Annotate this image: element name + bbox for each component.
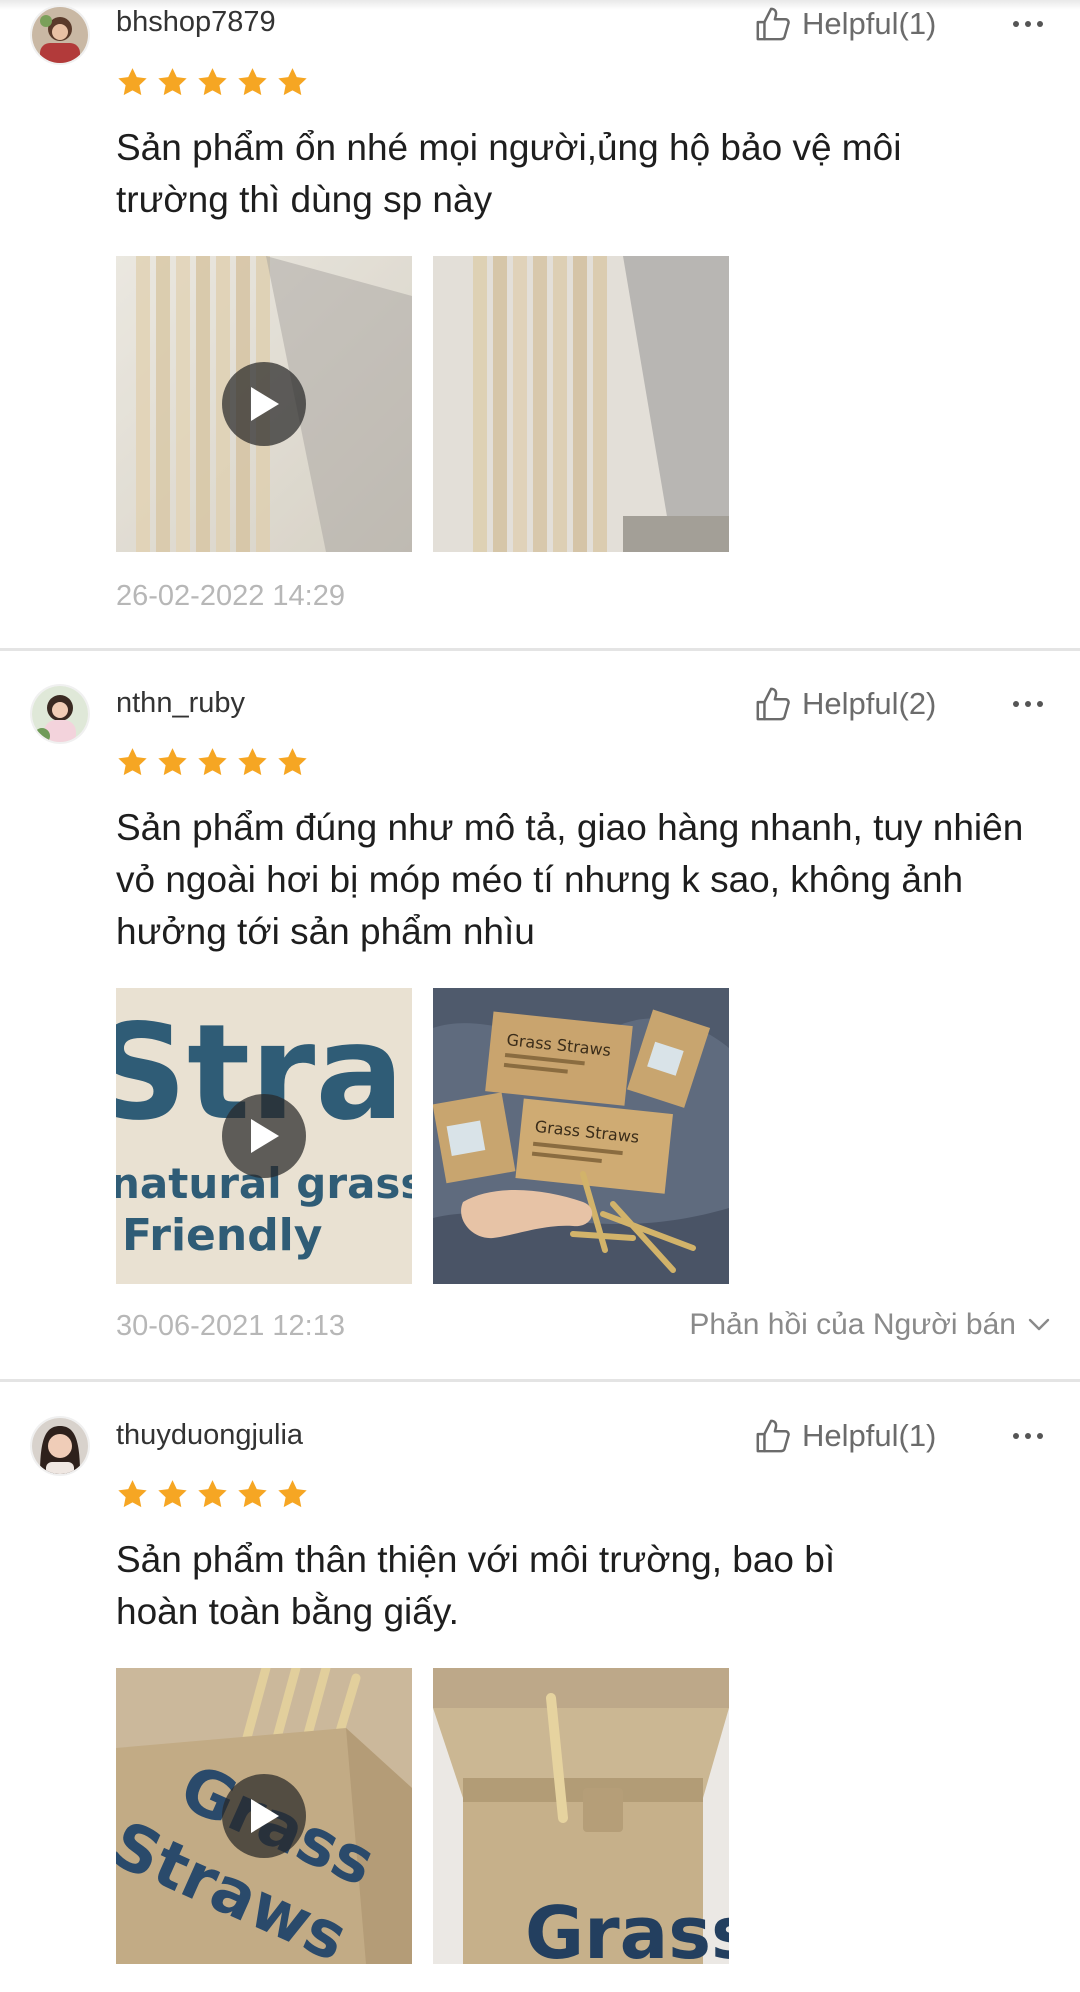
star-icon <box>158 68 187 96</box>
more-options-button[interactable] <box>1010 1416 1046 1456</box>
star-rating <box>116 66 316 100</box>
play-button[interactable] <box>222 1774 306 1858</box>
review-text: Sản phẩm ổn nhé mọi người,ủng hộ bảo vệ … <box>116 127 902 220</box>
review-date: 26-02-2022 14:29 <box>116 580 345 612</box>
star-icon <box>198 1480 227 1508</box>
play-button[interactable] <box>222 1094 306 1178</box>
seller-reply-label: Phản hồi của Người bán <box>689 1308 1016 1341</box>
review-text: Sản phẩm thân thiện với môi trường, bao … <box>116 1539 836 1632</box>
star-icon <box>198 748 227 776</box>
more-dots-icon <box>1013 701 1043 707</box>
star-icon <box>158 1480 187 1508</box>
play-icon <box>251 1799 279 1833</box>
star-icon <box>118 1480 147 1508</box>
star-icon <box>278 68 307 96</box>
helpful-label: Helpful(1) <box>802 1418 937 1453</box>
reviewer-username[interactable]: thuyduongjulia <box>116 1419 303 1452</box>
thumbs-up-icon <box>756 7 790 41</box>
more-options-button[interactable] <box>1010 684 1046 724</box>
avatar[interactable] <box>32 7 88 63</box>
helpful-button[interactable]: Helpful(2) <box>754 684 936 724</box>
review-video-thumbnail[interactable]: Stra natural grass Friendly <box>116 988 412 1284</box>
seller-reply-toggle[interactable]: Phản hồi của Người bán <box>689 1308 1050 1342</box>
star-icon <box>238 748 267 776</box>
review-divider <box>0 648 1080 651</box>
play-button[interactable] <box>222 362 306 446</box>
star-icon <box>198 68 227 96</box>
reviewer-username[interactable]: bhshop7879 <box>116 6 276 39</box>
thumbs-up-icon <box>756 1419 790 1453</box>
star-icon <box>278 748 307 776</box>
helpful-button[interactable]: Helpful(1) <box>754 4 936 44</box>
helpful-button[interactable]: Helpful(1) <box>754 1416 936 1456</box>
star-icon <box>158 748 187 776</box>
more-dots-icon <box>1013 1433 1043 1439</box>
chevron-down-icon <box>1028 1318 1050 1331</box>
star-icon <box>278 1480 307 1508</box>
review-date: 30-06-2021 12:13 <box>116 1310 345 1342</box>
thumbs-up-icon <box>756 687 790 721</box>
box-label: Grass <box>525 1891 729 1964</box>
more-dots-icon <box>1013 21 1043 27</box>
star-icon <box>238 1480 267 1508</box>
avatar[interactable] <box>32 1418 88 1474</box>
reviewer-username[interactable]: nthn_ruby <box>116 687 245 720</box>
star-rating <box>116 746 316 780</box>
helpful-label: Helpful(2) <box>802 686 937 721</box>
review-image-thumbnail[interactable]: Grass Straws Grass Straws <box>433 988 729 1284</box>
star-rating <box>116 1478 316 1512</box>
more-options-button[interactable] <box>1010 4 1046 44</box>
helpful-label: Helpful(1) <box>802 6 937 41</box>
star-icon <box>118 68 147 96</box>
avatar[interactable] <box>32 686 88 742</box>
star-icon <box>118 748 147 776</box>
star-icon <box>238 68 267 96</box>
review-image-thumbnail[interactable]: Grass <box>433 1668 729 1964</box>
play-icon <box>251 1119 279 1153</box>
review-image-thumbnail[interactable] <box>433 256 729 552</box>
play-icon <box>251 387 279 421</box>
review-video-thumbnail[interactable]: Grass Straws <box>116 1668 412 1964</box>
review-text: Sản phẩm đúng như mô tả, giao hàng nhanh… <box>116 807 1024 952</box>
review-video-thumbnail[interactable] <box>116 256 412 552</box>
review-divider <box>0 1379 1080 1382</box>
